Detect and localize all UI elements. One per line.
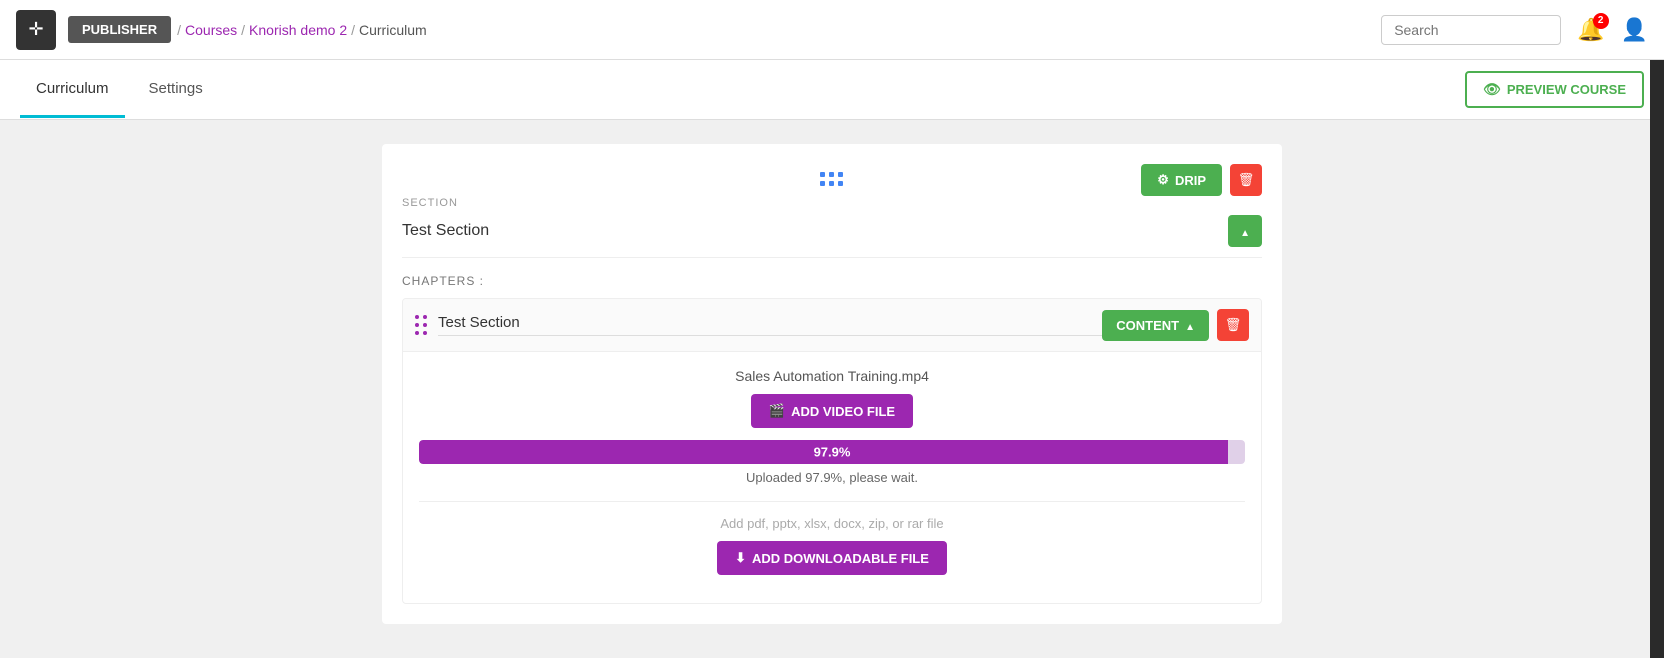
chapter-dot [423, 323, 427, 327]
drag-handle-top[interactable] [402, 164, 1262, 187]
section-block: DRIP SECTION Test Section CHAPTERS : [382, 144, 1282, 624]
chapter-name: Test Section [438, 314, 1102, 336]
video-icon [769, 403, 785, 419]
breadcrumb-sep1: / [177, 22, 181, 38]
gear-icon [1157, 172, 1169, 188]
notification-button[interactable]: 2 [1577, 17, 1604, 43]
breadcrumb-sep2: / [241, 22, 245, 38]
breadcrumb-current: Curriculum [359, 22, 427, 38]
trash-icon [1225, 316, 1242, 334]
publisher-button[interactable]: PUBLISHER [68, 16, 171, 43]
breadcrumb: / Courses / Knorish demo 2 / Curriculum [177, 22, 427, 38]
notification-badge: 2 [1593, 13, 1609, 29]
divider [419, 501, 1245, 502]
chapters-label: CHAPTERS : [402, 274, 1262, 288]
collapse-button[interactable] [1228, 215, 1262, 247]
header-right: 2 [1381, 15, 1648, 45]
drip-button[interactable]: DRIP [1141, 164, 1222, 196]
chapter-drag-handle[interactable] [415, 315, 428, 336]
main-area: DRIP SECTION Test Section CHAPTERS : [0, 144, 1664, 624]
preview-course-button[interactable]: PREVIEW COURSE [1465, 71, 1644, 108]
add-download-label: ADD DOWNLOADABLE FILE [752, 551, 929, 566]
dot [829, 172, 834, 177]
tabs-row-right: PREVIEW COURSE [1465, 71, 1644, 108]
section-name-row: Test Section [402, 215, 1262, 258]
progress-pct-text: 97.9% [814, 445, 851, 460]
breadcrumb-sep3: / [351, 22, 355, 38]
chapter-block: Test Section CONTENT Sales Automation Tr… [402, 298, 1262, 604]
tab-curriculum[interactable]: Curriculum [20, 62, 125, 118]
chevron-up-icon [1240, 223, 1250, 239]
user-icon [1621, 17, 1648, 42]
content-button[interactable]: CONTENT [1102, 310, 1209, 341]
breadcrumb-demo[interactable]: Knorish demo 2 [249, 22, 347, 38]
logo[interactable]: ✛ [16, 10, 56, 50]
dot [838, 172, 843, 177]
search-input[interactable] [1381, 15, 1561, 45]
section-label: SECTION [402, 197, 1262, 209]
chapter-header: Test Section CONTENT [403, 299, 1261, 352]
tabs-row: Curriculum Settings PREVIEW COURSE [0, 60, 1664, 120]
chevron-up-icon [1185, 318, 1195, 333]
user-menu-button[interactable] [1621, 17, 1648, 43]
breadcrumb-courses[interactable]: Courses [185, 22, 237, 38]
chapter-dot [415, 331, 419, 335]
dot [829, 181, 834, 186]
drip-label: DRIP [1175, 173, 1206, 188]
chapter-dot [423, 315, 427, 319]
upload-progress-bar: 97.9% [419, 440, 1245, 464]
chapter-dot [415, 315, 419, 319]
add-video-button[interactable]: ADD VIDEO FILE [751, 394, 913, 428]
preview-label: PREVIEW COURSE [1507, 82, 1626, 97]
scrollbar[interactable] [1650, 0, 1664, 658]
section-name: Test Section [402, 222, 1220, 240]
tab-settings[interactable]: Settings [133, 62, 219, 118]
chapter-actions: CONTENT [1102, 309, 1249, 341]
download-icon [735, 550, 746, 566]
add-download-hint: Add pdf, pptx, xlsx, docx, zip, or rar f… [419, 516, 1245, 531]
dot [820, 172, 825, 177]
drag-dots-grid [820, 172, 844, 187]
section-top-actions: DRIP [1141, 164, 1262, 196]
video-filename: Sales Automation Training.mp4 [419, 368, 1245, 384]
chapter-dot [423, 331, 427, 335]
eye-icon [1483, 81, 1501, 98]
dot [838, 181, 843, 186]
upload-status: Uploaded 97.9%, please wait. [419, 470, 1245, 485]
header: ✛ PUBLISHER / Courses / Knorish demo 2 /… [0, 0, 1664, 60]
delete-section-button[interactable] [1230, 164, 1262, 196]
delete-chapter-button[interactable] [1217, 309, 1249, 341]
add-video-label: ADD VIDEO FILE [791, 404, 895, 419]
logo-icon: ✛ [28, 19, 43, 40]
chapter-dot [415, 323, 419, 327]
add-downloadable-file-button[interactable]: ADD DOWNLOADABLE FILE [717, 541, 947, 575]
dot [820, 181, 825, 186]
content-label: CONTENT [1116, 318, 1179, 333]
chapter-body: Sales Automation Training.mp4 ADD VIDEO … [403, 352, 1261, 603]
trash-icon [1238, 171, 1255, 189]
